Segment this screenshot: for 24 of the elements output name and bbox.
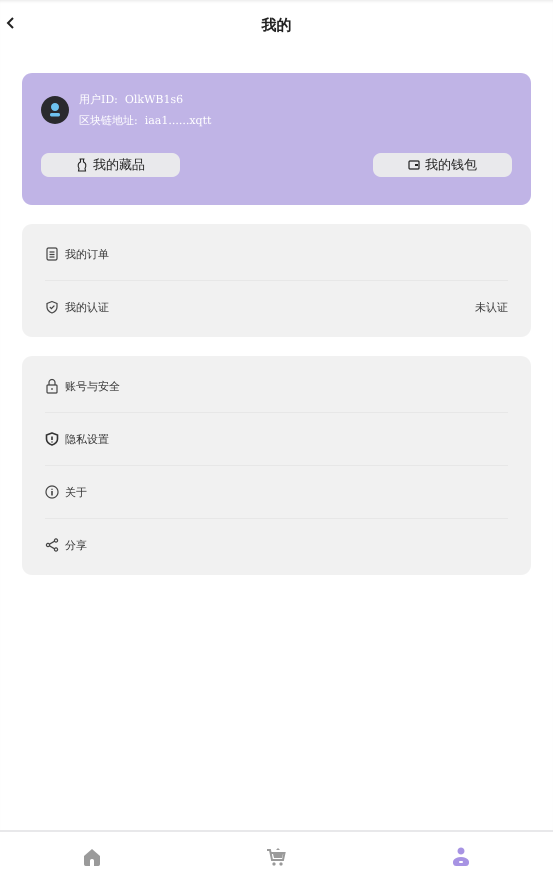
menu-item[interactable]: 我的认证	[65, 300, 469, 314]
status-text: 未认证	[475, 300, 508, 314]
document-icon	[45, 247, 59, 261]
vase-icon	[76, 158, 88, 172]
page-title: 我的	[262, 16, 292, 34]
share-icon	[45, 538, 59, 552]
blockchain-address-text: 区块链地址: iaa1......xqtt	[79, 113, 212, 128]
avatar-icon	[41, 96, 69, 124]
menu-item[interactable]: 分享	[65, 538, 508, 552]
lock-icon	[45, 378, 59, 394]
wallet-button[interactable]: 我的钱包	[373, 153, 512, 177]
shield-icon	[45, 432, 59, 446]
menu-item[interactable]: 隐私设置	[65, 432, 508, 446]
menu-item[interactable]: 关于	[65, 484, 508, 500]
shield-check-icon	[45, 300, 59, 314]
menu-item[interactable]: 账号与安全	[65, 378, 508, 394]
info-icon	[45, 485, 59, 499]
home-icon	[82, 847, 102, 867]
collection-button[interactable]: 我的藏品	[41, 153, 180, 177]
cart-icon	[266, 847, 286, 867]
user-icon	[450, 847, 471, 867]
user-id-text: 用户ID: OlkWB1s6	[79, 92, 184, 107]
menu-item[interactable]: 我的订单	[65, 246, 508, 262]
wallet-icon	[408, 160, 420, 170]
